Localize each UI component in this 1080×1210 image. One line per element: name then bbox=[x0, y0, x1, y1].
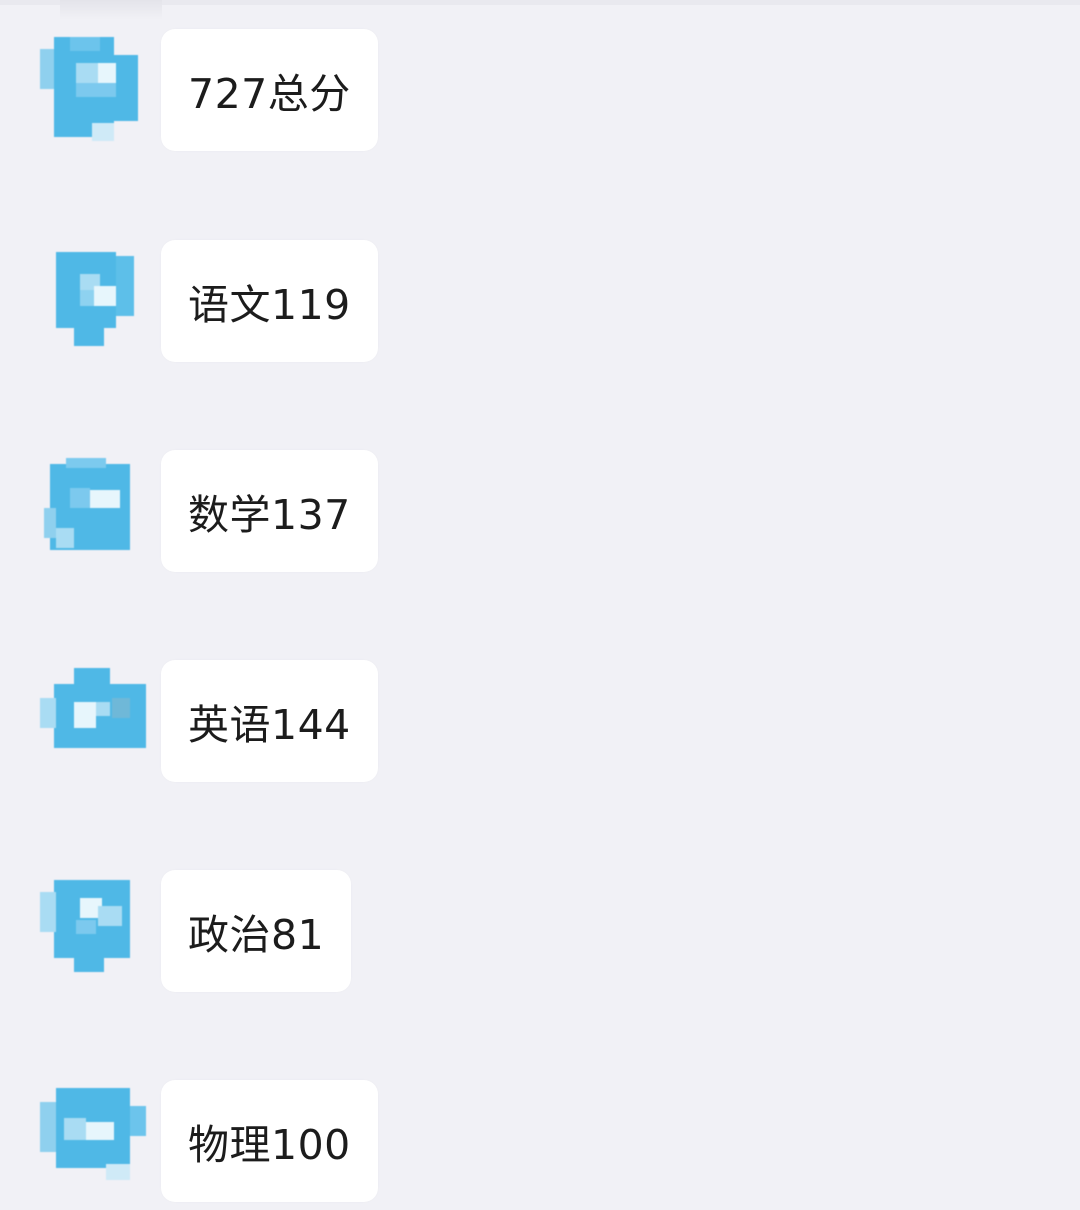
message-bubble[interactable]: 语文119 bbox=[161, 240, 378, 362]
pixelated-avatar-icon[interactable] bbox=[40, 248, 150, 358]
chat-message: 政治81 bbox=[0, 870, 1080, 1000]
pixelated-avatar-icon[interactable] bbox=[40, 458, 150, 568]
pixelated-avatar-icon[interactable] bbox=[40, 37, 150, 147]
pixelated-avatar-icon[interactable] bbox=[40, 878, 150, 988]
message-bubble[interactable]: 政治81 bbox=[161, 870, 352, 992]
chat-message: 727总分 bbox=[0, 29, 1080, 159]
pixelated-avatar-icon[interactable] bbox=[40, 1088, 150, 1198]
message-bubble[interactable]: 数学137 bbox=[161, 450, 378, 572]
pixelated-avatar-icon[interactable] bbox=[40, 668, 150, 778]
chat-message-list[interactable]: 727总分 语文119 数学137 英语144 政治81 物理100 bbox=[0, 0, 1080, 1202]
message-bubble[interactable]: 727总分 bbox=[161, 29, 378, 151]
chat-message: 英语144 bbox=[0, 660, 1080, 790]
chat-message: 语文119 bbox=[0, 240, 1080, 370]
chat-message: 数学137 bbox=[0, 450, 1080, 580]
chat-message: 物理100 bbox=[0, 1080, 1080, 1210]
message-bubble[interactable]: 英语144 bbox=[161, 660, 378, 782]
message-bubble[interactable]: 物理100 bbox=[161, 1080, 378, 1202]
